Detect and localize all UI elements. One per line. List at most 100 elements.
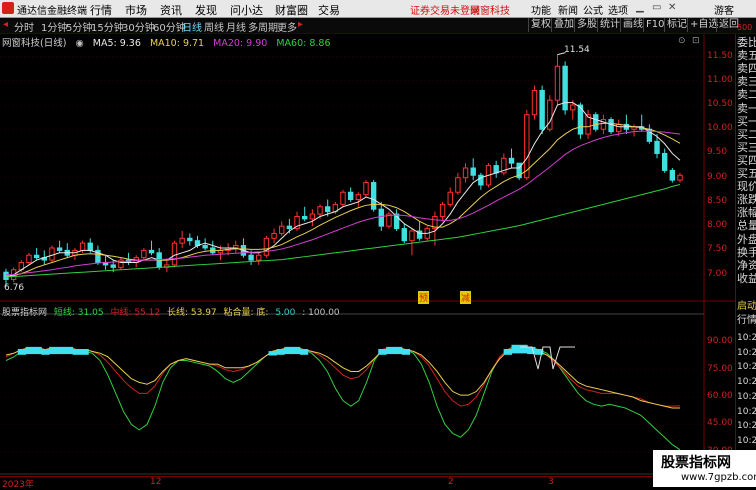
candle-body xyxy=(79,242,86,251)
guest-label[interactable]: 游客 xyxy=(714,2,734,17)
menu-item-gongshi[interactable]: 公式 xyxy=(583,2,603,17)
minimize-icon[interactable]: ▁ xyxy=(636,2,644,13)
side-label: 卖五 xyxy=(737,49,756,63)
side-label: 买一 xyxy=(737,114,756,128)
biaoji-button[interactable]: 标记 xyxy=(664,18,689,32)
price-tick-label: 7.50 xyxy=(707,244,728,255)
app-title: 通达信金融终端 xyxy=(17,6,87,17)
tongji-button[interactable]: 统计 xyxy=(597,18,622,32)
bond-bar xyxy=(292,346,301,355)
candle-body xyxy=(363,182,369,196)
side-label: 10:27 xyxy=(737,347,756,358)
price-tick-label: 9.50 xyxy=(707,147,728,158)
candle-body xyxy=(554,65,561,101)
menu-item-xuanxiang[interactable]: 选项 xyxy=(608,2,628,17)
candle-body xyxy=(256,254,262,261)
date-label-feb: 2 xyxy=(448,477,454,487)
more-arrow-icon[interactable]: ▸ xyxy=(298,19,303,30)
low-price-label: 6.76 xyxy=(4,283,25,293)
candle-body xyxy=(148,249,155,254)
date-label-dec: 12 xyxy=(150,477,162,487)
f10-button[interactable]: F10 xyxy=(643,18,666,32)
bond-value: 5.00 xyxy=(275,308,296,318)
bond-bar xyxy=(41,348,50,355)
side-label: 现价 xyxy=(737,180,756,194)
candle-body xyxy=(187,237,193,242)
side-top-value: 500 xyxy=(737,23,753,32)
tab-1min[interactable]: 1分钟 xyxy=(41,19,67,34)
chart-area[interactable] xyxy=(0,34,735,476)
tab-multi-period[interactable]: 多周期 xyxy=(248,19,278,34)
side-label: 卖一 xyxy=(737,101,756,115)
indicator-legend: 股票指标网 短线: 31.05 中线: 55.12 长线: 53.97 粘合量:… xyxy=(2,305,344,318)
mid-line-label: 中线: 55.12 xyxy=(110,308,161,318)
candle-body xyxy=(279,225,285,234)
menu-item-faxian[interactable]: 发现 xyxy=(195,2,217,18)
candle-body xyxy=(56,247,63,251)
side-label: 10:27 xyxy=(737,406,756,417)
diejia-button[interactable]: 叠加 xyxy=(551,18,576,32)
candle-body xyxy=(302,215,308,220)
tab-weekly[interactable]: 周线 xyxy=(204,19,224,34)
close-icon[interactable]: ✕ xyxy=(668,2,676,13)
menu-item-caifuquan[interactable]: 财富圈 xyxy=(275,2,308,18)
menu-item-xinwen[interactable]: 新闻 xyxy=(558,2,578,17)
candle-body xyxy=(370,182,377,210)
side-label: 买五 xyxy=(737,167,756,180)
bond-bar xyxy=(378,348,387,355)
indicator-name: 股票指标网 xyxy=(2,308,48,318)
reduce-marker[interactable]: 减 xyxy=(460,291,472,304)
tab-monthly[interactable]: 月线 xyxy=(226,19,246,34)
candle-body xyxy=(202,245,208,249)
tab-fenshi[interactable]: 分时 xyxy=(14,19,34,34)
candle-body xyxy=(409,230,415,242)
huaxian-button[interactable]: 画线 xyxy=(620,18,645,32)
menu-item-zixun[interactable]: 资讯 xyxy=(160,2,182,18)
menu-item-gongneng[interactable]: 功能 xyxy=(531,2,551,17)
duogu-button[interactable]: 多股 xyxy=(574,18,599,32)
menu-item-shichang[interactable]: 市场 xyxy=(125,2,147,18)
side-label: 净资 xyxy=(737,258,756,272)
candle-body xyxy=(661,152,668,171)
bond-label: 粘合量: 底: xyxy=(223,308,269,318)
price-tick-label: 8.50 xyxy=(707,195,728,206)
tab-60min[interactable]: 60分钟 xyxy=(153,19,186,34)
bond-bar xyxy=(519,344,528,354)
candle-body xyxy=(439,203,446,217)
bond-bar xyxy=(299,348,309,355)
side-label: 总量 xyxy=(737,219,756,233)
add-favorite-button[interactable]: +自选 xyxy=(687,18,718,32)
tab-5min[interactable]: 5分钟 xyxy=(66,19,92,34)
bond-bar xyxy=(80,348,89,355)
tab-30min[interactable]: 30分钟 xyxy=(122,19,155,34)
long-line-label: 长线: 53.97 xyxy=(166,308,217,318)
watermark-url: www.7gpzb.com xyxy=(681,472,756,483)
price-tick-label: 11.50 xyxy=(707,50,733,61)
side-label: 10:27 xyxy=(737,377,756,388)
date-label-mar: 3 xyxy=(548,477,554,487)
menu-item-hangqing[interactable]: 行情 xyxy=(90,2,112,18)
price-tick-label: 11.00 xyxy=(707,74,733,85)
candle-body xyxy=(3,271,9,280)
tab-more[interactable]: 更多 xyxy=(277,19,297,34)
prev-icon[interactable]: ◂ xyxy=(3,19,8,30)
forecast-marker[interactable]: 预 xyxy=(418,291,430,304)
tab-15min[interactable]: 15分钟 xyxy=(91,19,124,34)
candle-body xyxy=(493,165,499,174)
candle-body xyxy=(347,191,354,201)
side-label: 10:27 xyxy=(737,333,756,343)
candle-body xyxy=(654,140,660,154)
date-label-year: 2023年 xyxy=(2,480,34,490)
candle-body xyxy=(470,167,476,176)
menu-item-wenxiaoda[interactable]: 问小达 xyxy=(230,2,263,18)
candle-body xyxy=(539,89,545,130)
side-label: 换手 xyxy=(737,245,756,259)
fuquan-button[interactable]: 复权 xyxy=(528,18,553,32)
price-tick-label: 8.00 xyxy=(707,220,728,231)
tab-daily[interactable]: 日线 xyxy=(182,19,202,34)
bond-bar xyxy=(25,346,34,355)
candle-body xyxy=(447,191,453,205)
window-icon[interactable]: ▭ xyxy=(652,2,661,13)
menu-item-jiaoyi[interactable]: 交易 xyxy=(318,2,340,18)
candle-body xyxy=(309,213,316,220)
